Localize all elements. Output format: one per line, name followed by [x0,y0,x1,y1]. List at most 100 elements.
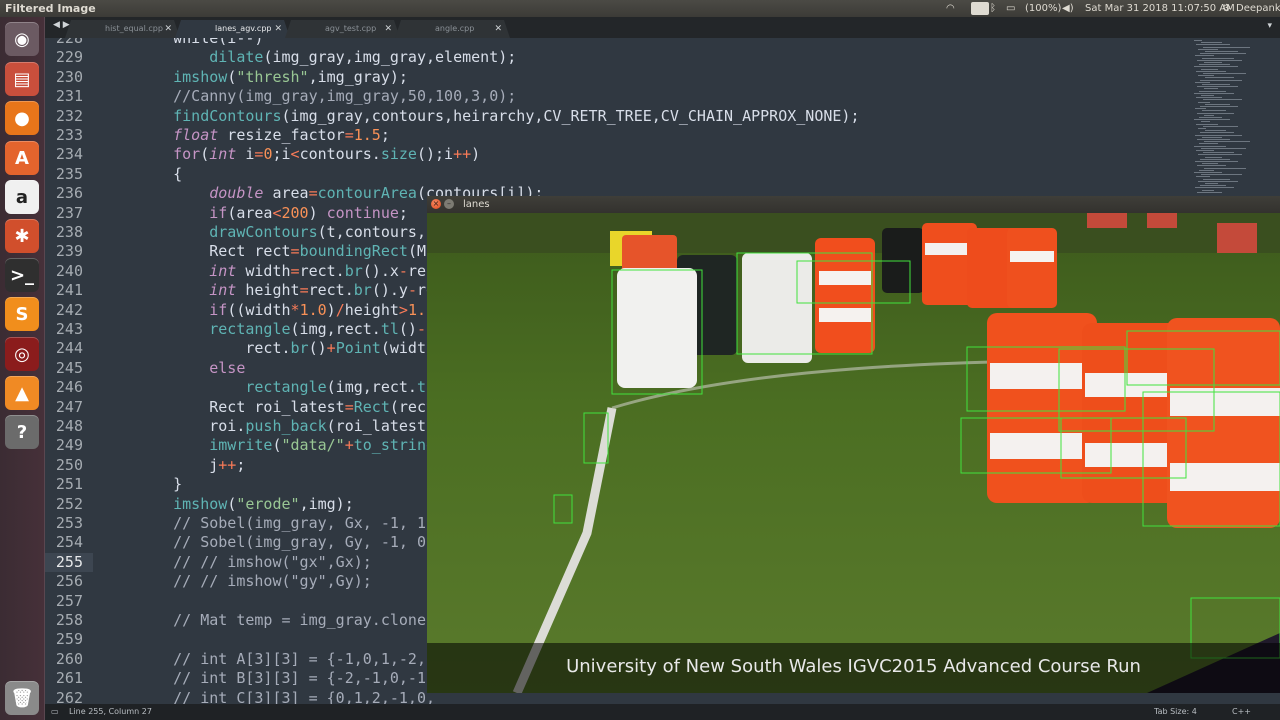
code-line[interactable]: if((width*1.0)/height>1.5 [137,301,435,320]
bluetooth-icon[interactable]: ᛒ [990,1,996,16]
code-line[interactable]: // Sobel(img_gray, Gx, -1, 1, [137,514,435,533]
code-token: // // imshow("gx",Gx); [173,552,372,571]
code-line[interactable]: // // imshow("gy",Gy); [137,572,372,591]
minimap-line [1204,114,1214,116]
code-line[interactable]: else [137,359,245,378]
terminal-icon[interactable]: >_ [5,258,39,292]
line-number: 256 [55,572,83,591]
tab-size[interactable]: Tab Size: 4 [1154,704,1197,720]
close-icon[interactable]: ✕ [494,20,502,38]
code-token: ,img_gray); [308,67,408,86]
code-line[interactable]: dilate(img_gray,img_gray,element); [137,48,516,67]
line-number: 229 [55,48,83,67]
minimap-line [1196,70,1226,72]
ubuntu-dash-icon[interactable]: ◉ [5,22,39,56]
code-token: (t,contours,i [317,223,436,241]
close-icon[interactable]: ✕ [164,20,172,38]
minimize-icon[interactable]: – [444,199,454,209]
code-line[interactable]: rectangle(img,rect.tl [137,378,435,397]
keyboard-layout-indicator[interactable]: En [971,2,989,15]
firefox-icon[interactable]: ● [5,101,39,135]
panel-toggle-icon[interactable]: ▭ [51,704,59,720]
trash-icon[interactable]: 🗑 [5,681,39,715]
line-number: 254 [55,533,83,552]
code-token: ( [200,145,210,164]
tab-lanes-agv[interactable]: lanes_agv.cpp ✕ [175,20,290,38]
code-line[interactable]: //Canny(img_gray,img_gray,50,100,3,0); [137,87,516,106]
code-line[interactable]: j++; [137,456,245,475]
code-line[interactable]: drawContours(t,contours,i [137,223,435,242]
tab-hist-equal[interactable]: hist_equal.cpp ✕ [65,20,180,38]
code-line[interactable]: // int B[3][3] = {-2,-1,0,-1, [137,669,435,688]
code-line[interactable]: rectangle(img,rect.tl()-P [137,320,435,339]
close-icon[interactable]: ✕ [274,20,282,38]
code-line[interactable]: Rect rect=boundingRect(Ma [137,242,435,261]
code-line[interactable]: float resize_factor=1.5; [137,126,390,145]
clock[interactable]: Sat Mar 31 2018 11:07:50 AM [1085,1,1235,16]
code-line[interactable]: { [137,165,182,184]
code-token: * [290,300,300,319]
battery-icon[interactable]: ▭ [1006,1,1015,16]
minimap-line [1196,44,1230,46]
code-line[interactable]: int width=rect.br().x-rec [137,262,435,281]
launcher: ◉ ▤ ● Aa ✱ >_ S ◎ ▲? 🗑 [0,17,45,720]
volume-icon[interactable]: ◀) [1062,1,1074,16]
code-line[interactable]: imshow("erode",img); [137,495,354,514]
code-token: } [137,475,183,494]
files-icon[interactable]: ▤ [5,62,39,96]
minimap-line [1202,57,1234,59]
line-number: 232 [55,106,83,125]
close-icon[interactable]: ✕ [384,20,392,38]
line-number: 261 [55,669,83,688]
syntax-mode[interactable]: C++ [1232,704,1251,720]
code-token: // Sobel(img_gray, Gy, -1, 0, [173,533,436,552]
close-icon[interactable]: × [431,199,441,209]
code-token: ((width [227,300,291,319]
code-line[interactable]: rect.br()+Point(width [137,339,435,358]
code-line[interactable]: Rect roi_latest=Rect(rect [137,398,435,417]
minimap[interactable] [1190,38,1280,218]
system-settings-icon[interactable]: ✱ [5,219,39,253]
code-token: j [137,455,219,474]
code-line[interactable]: if(area<200) continue; [137,204,408,223]
wifi-icon[interactable]: ◠ [946,1,955,16]
code-line[interactable]: // int C[3][3] = {0,1,2,-1,0, [137,689,435,704]
disk-utility-icon[interactable]: ◎ [5,337,39,371]
code-token: = [344,126,354,144]
code-line[interactable]: for(int i=0;i<contours.size();i++) [137,145,480,164]
minimap-line [1194,172,1222,173]
tab-angle[interactable]: angle.cpp ✕ [395,20,510,38]
code-token: // int B[3][3] = {-2,-1,0,-1, [173,669,436,688]
tab-nav-arrows-icon[interactable]: ◀ ▶ [53,20,70,30]
code-token: dilate [209,48,264,67]
code-line[interactable]: // // imshow("gx",Gx); [137,553,372,572]
code-line[interactable]: imshow("thresh",img_gray); [137,68,408,87]
software-center-icon[interactable]: A [5,141,39,175]
tab-agv-test[interactable]: agv_test.cpp ✕ [285,20,400,38]
code-token: 1.0 [299,300,327,319]
code-line[interactable]: while(i--) [137,38,263,48]
user-name[interactable]: Deepank [1236,1,1280,16]
code-line[interactable]: imwrite("data/"+to_string [137,436,435,455]
code-token: "thresh" [236,67,309,86]
lanes-window[interactable]: × – lanes University of New South Wales … [427,196,1280,693]
vlc-icon[interactable]: ▲ [5,376,39,410]
code-line[interactable]: roi.push_back(roi_latest) [137,417,435,436]
minimap-line [1194,66,1238,68]
code-line[interactable]: // int A[3][3] = {-1,0,1,-2,0 [137,650,435,669]
code-line[interactable]: // Sobel(img_gray, Gy, -1, 0, [137,533,435,552]
amazon-icon[interactable]: a [5,180,39,214]
code-line[interactable]: // Mat temp = img_gray.clone( [137,611,435,630]
gear-icon[interactable]: ⚙ [1222,1,1231,16]
chevron-down-icon[interactable]: ▾ [1267,21,1272,31]
code-line[interactable]: int height=rect.br().y-re [137,281,435,300]
minimap-line [1201,121,1210,123]
code-line[interactable]: findContours(img_gray,contours,heirarchy… [137,107,859,126]
help-icon[interactable]: ? [5,415,39,449]
sublime-text-icon[interactable]: S [5,297,39,331]
code-line[interactable]: } [137,475,182,494]
lanes-titlebar[interactable]: × – lanes [427,196,1280,213]
